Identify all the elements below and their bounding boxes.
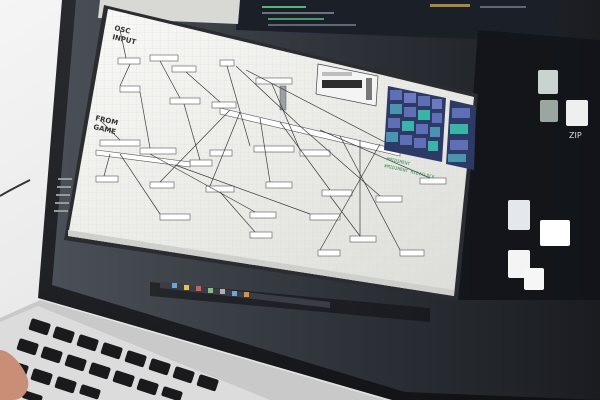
inspector-slider — [366, 78, 372, 100]
inspector-field — [322, 80, 362, 88]
matrix-cell — [404, 107, 416, 117]
matrix-cell — [432, 113, 442, 123]
patch-object — [209, 149, 233, 157]
editor-line — [262, 6, 306, 8]
matrix-cell — [390, 90, 402, 100]
dock-icon — [208, 288, 213, 293]
dock-icon — [196, 286, 201, 291]
patch-object — [399, 249, 425, 257]
patch-object — [219, 59, 235, 67]
matrix-cell — [400, 135, 412, 145]
editor-line — [430, 4, 470, 7]
sidebar-line — [58, 178, 72, 180]
sidebar-line — [54, 210, 68, 212]
editor-line — [268, 24, 356, 26]
patch-object — [149, 54, 179, 62]
dock-icon — [244, 292, 249, 297]
finder-icon — [540, 220, 570, 246]
matrix-cell — [430, 127, 440, 137]
sidebar-line — [57, 186, 71, 188]
zip-label: ZIP — [569, 131, 582, 140]
patch-object — [253, 145, 295, 153]
matrix-cell — [390, 104, 402, 114]
editor-line — [268, 18, 324, 20]
photo-scene: ZIP OSC INPUT FROM GAME #MIDIMENT #MIDIM… — [0, 0, 600, 400]
patch-object — [349, 235, 377, 243]
editor-line — [480, 6, 526, 8]
matrix-cell — [452, 108, 470, 118]
dock-icon — [232, 291, 237, 296]
matrix-cell — [450, 124, 468, 134]
patch-object — [249, 211, 277, 219]
finder-icon — [508, 200, 530, 230]
patch-object — [171, 65, 197, 73]
patch-object — [189, 159, 213, 167]
matrix-cell — [404, 93, 416, 103]
matrix-cell — [402, 121, 414, 131]
matrix-cell — [418, 110, 430, 120]
right-finder-window: ZIP — [458, 30, 600, 300]
matrix-cell — [450, 140, 468, 150]
matrix-cell — [418, 96, 430, 106]
patch-object — [375, 195, 403, 203]
patch-object — [149, 181, 175, 189]
patch-object — [117, 57, 141, 65]
patch-object — [169, 97, 201, 105]
matrix-cell — [448, 154, 466, 162]
dock-icon — [172, 283, 177, 288]
patch-object — [249, 231, 273, 239]
zip-file-shape — [566, 100, 588, 126]
finder-icon — [524, 268, 544, 290]
sidebar-line — [56, 194, 70, 196]
sidebar-line — [55, 202, 69, 204]
patch-object — [119, 85, 141, 93]
inspector-field — [322, 72, 352, 76]
patch-object — [317, 249, 341, 257]
patch-object — [321, 189, 353, 197]
patch-object — [211, 101, 237, 109]
editor-line — [262, 12, 334, 14]
matrix-cell — [414, 138, 426, 148]
patch-object — [95, 175, 119, 183]
patch-object — [255, 77, 293, 85]
patch-object — [309, 213, 341, 221]
dock-icon — [220, 289, 225, 294]
matrix-cell — [416, 124, 428, 134]
finder-icon — [538, 70, 558, 94]
matrix-cell — [428, 141, 438, 151]
patch-object — [139, 147, 177, 155]
patch-object — [99, 139, 141, 147]
patch-object — [159, 213, 191, 221]
matrix-cell — [432, 99, 442, 109]
matrix-cell — [388, 118, 400, 128]
patch-object — [265, 181, 293, 189]
finder-icon — [540, 100, 558, 122]
matrix-cell — [386, 132, 398, 142]
dock-icon — [184, 285, 189, 290]
